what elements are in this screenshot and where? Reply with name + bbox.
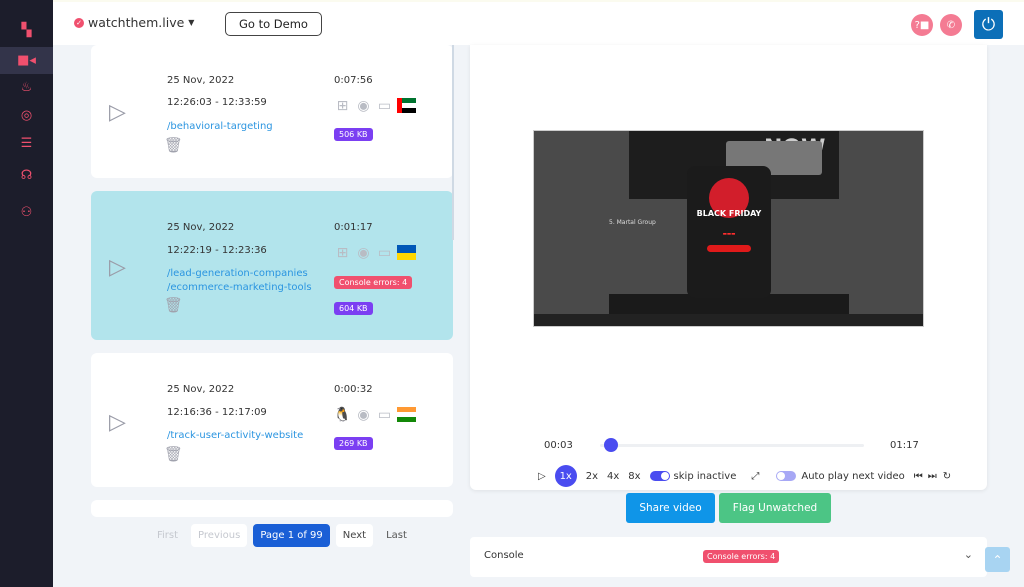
go-to-demo-button[interactable]: Go to Demo: [225, 12, 322, 36]
speed-4x-button[interactable]: 4x: [607, 471, 619, 482]
chrome-icon: ◉: [357, 244, 370, 261]
next-session-icon[interactable]: ⏭: [928, 471, 937, 482]
session-card[interactable]: ▷ 25 Nov, 2022 12:16:36 - 12:17:09 /trac…: [91, 353, 453, 487]
linux-icon: 🐧: [333, 406, 352, 423]
preview-popup: BLACK FRIDAY ▬▬▬: [687, 166, 771, 298]
session-time: 12:26:03 - 12:33:59: [167, 97, 267, 108]
ukraine-flag-icon: [397, 245, 416, 260]
session-duration: 0:07:56: [334, 75, 373, 86]
preview-cookie-bar: [534, 314, 923, 326]
progress-track[interactable]: [600, 444, 864, 447]
desktop-icon: ▭: [377, 406, 392, 423]
play-icon[interactable]: ▷: [109, 410, 126, 435]
first-page-button[interactable]: First: [150, 524, 185, 547]
current-page-indicator: Page 1 of 99: [253, 524, 330, 547]
session-date: 25 Nov, 2022: [167, 75, 235, 86]
popup-text: ▬▬▬: [722, 232, 736, 237]
check-icon: ✓: [74, 17, 84, 28]
speed-1x-button[interactable]: 1x: [554, 465, 577, 487]
session-path-link[interactable]: /track-user-activity-website: [167, 429, 303, 443]
power-icon[interactable]: ⏻: [974, 10, 1003, 39]
chrome-icon: ◉: [357, 406, 370, 423]
session-replay-viewport[interactable]: NOW 5. Martal Group BLACK FRIDAY ▬▬▬: [533, 130, 924, 327]
windows-icon: ⊞: [336, 97, 349, 114]
session-duration: 0:00:32: [334, 384, 373, 395]
list-scrollbar[interactable]: [452, 45, 454, 240]
server-list-icon[interactable]: ☰: [0, 130, 53, 157]
skip-inactive-toggle[interactable]: [649, 471, 670, 481]
support-headset-icon[interactable]: ☊: [0, 162, 53, 189]
flame-icon[interactable]: ♨: [0, 74, 53, 101]
phone-call-icon[interactable]: ✆: [940, 14, 962, 36]
uae-flag-icon: [397, 98, 416, 113]
caret-down-icon: ▼: [188, 18, 195, 27]
replay-icon[interactable]: ↻: [943, 471, 951, 482]
previous-page-button[interactable]: Previous: [191, 524, 248, 547]
session-card-selected[interactable]: ▷ 25 Nov, 2022 12:22:19 - 12:23:36 /lead…: [91, 191, 453, 340]
play-icon[interactable]: ▷: [109, 100, 126, 125]
skip-inactive-label: skip inactive: [673, 470, 737, 482]
dashboard-icon[interactable]: ▚: [0, 17, 53, 44]
site-selector[interactable]: ✓ watchthem.live ▼: [74, 15, 194, 30]
console-panel[interactable]: Console Console errors: 4 ⌄: [470, 537, 987, 577]
file-size-badge: 604 KB: [334, 302, 373, 315]
trash-icon[interactable]: 🗑: [164, 445, 183, 463]
progress-thumb[interactable]: [603, 438, 618, 452]
desktop-icon: ▭: [377, 244, 392, 261]
target-icon[interactable]: ◎: [0, 102, 53, 129]
session-date: 25 Nov, 2022: [167, 384, 235, 395]
file-size-badge: 269 KB: [334, 437, 373, 450]
console-errors-badge: Console errors: 4: [334, 276, 413, 289]
user-settings-icon[interactable]: ⚇: [0, 199, 53, 226]
session-date: 25 Nov, 2022: [167, 222, 235, 233]
play-icon[interactable]: ▷: [538, 471, 546, 482]
flag-unwatched-button[interactable]: Flag Unwatched: [719, 493, 831, 523]
speed-8x-button[interactable]: 8x: [628, 471, 640, 482]
windows-icon: ⊞: [336, 244, 349, 261]
next-page-button[interactable]: Next: [335, 524, 374, 547]
play-icon[interactable]: ▷: [109, 255, 126, 280]
total-time: 01:17: [890, 440, 919, 451]
header: ✓ watchthem.live ▼ Go to Demo ?■ ✆ ⏻: [53, 0, 1024, 45]
session-card[interactable]: [91, 500, 453, 517]
autoplay-label: Auto play next video: [801, 470, 905, 482]
trash-icon[interactable]: 🗑: [164, 296, 183, 314]
chrome-icon: ◉: [357, 97, 370, 114]
video-help-icon[interactable]: ?■: [911, 14, 933, 36]
popup-title: BLACK FRIDAY: [696, 209, 762, 218]
session-path-link[interactable]: /behavioral-targeting: [167, 120, 273, 134]
popup-button: [707, 245, 751, 252]
console-label: Console: [484, 550, 524, 561]
site-name: watchthem.live: [88, 15, 185, 30]
player-panel: NOW 5. Martal Group BLACK FRIDAY ▬▬▬ 00:…: [470, 45, 987, 490]
video-camera-icon[interactable]: ■◂: [0, 47, 53, 74]
fullscreen-icon[interactable]: ⤢: [751, 471, 759, 482]
trash-icon[interactable]: 🗑: [164, 136, 183, 154]
speed-2x-button[interactable]: 2x: [586, 471, 598, 482]
scroll-to-top-button[interactable]: ⌃: [985, 547, 1010, 572]
india-flag-icon: [397, 407, 416, 422]
previous-session-icon[interactable]: ⏮: [914, 471, 923, 482]
autoplay-toggle[interactable]: [776, 471, 797, 481]
chevron-down-icon[interactable]: ⌄: [964, 548, 973, 561]
session-path-link[interactable]: /lead-generation-companies: [167, 267, 308, 281]
desktop-icon: ▭: [377, 97, 392, 114]
session-card[interactable]: ▷ 25 Nov, 2022 12:26:03 - 12:33:59 /beha…: [91, 45, 453, 178]
session-time: 12:16:36 - 12:17:09: [167, 407, 267, 418]
file-size-badge: 506 KB: [334, 128, 373, 141]
session-path-link[interactable]: /ecommerce-marketing-tools: [167, 281, 312, 295]
pagination: First Previous Page 1 of 99 Next Last: [150, 524, 414, 547]
last-page-button[interactable]: Last: [379, 524, 414, 547]
share-video-button[interactable]: Share video: [626, 493, 715, 523]
console-errors-badge: Console errors: 4: [703, 550, 780, 563]
session-duration: 0:01:17: [334, 222, 373, 233]
current-time: 00:03: [544, 440, 573, 451]
sidebar: ▚ ■◂ ♨ ◎ ☰ ☊ ⚇: [0, 0, 53, 587]
session-time: 12:22:19 - 12:23:36: [167, 245, 267, 256]
preview-section-heading: 5. Martal Group: [609, 219, 656, 226]
